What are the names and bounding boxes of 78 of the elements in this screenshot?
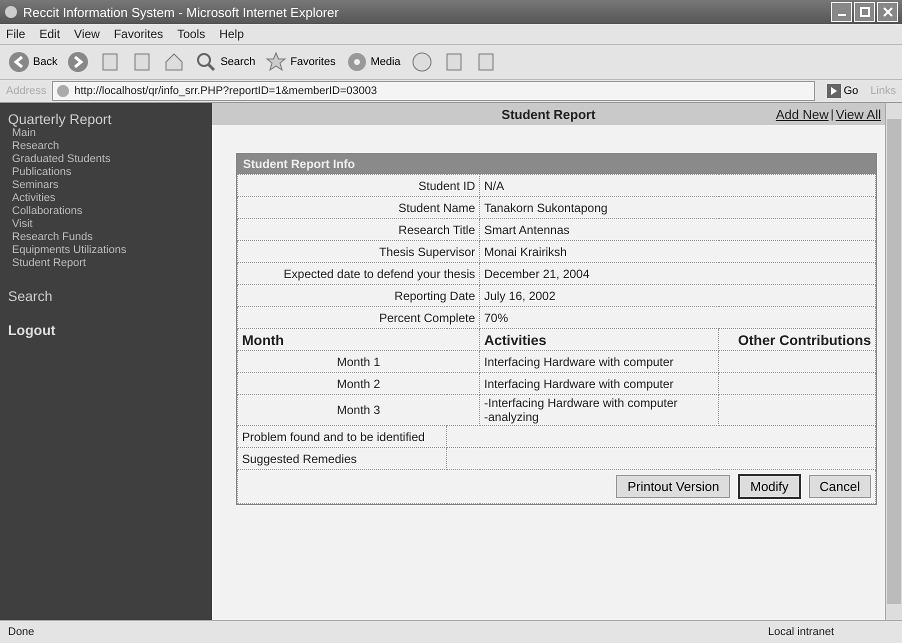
month-cell: Month 2 <box>238 372 480 394</box>
sidebar-link[interactable]: Equipments Utilizations <box>8 244 126 257</box>
logout-link[interactable]: Logout <box>8 322 56 338</box>
address-field[interactable]: http://localhost/qr/info_srr.PHP?reportID=1&memberID=03003 <box>52 81 815 101</box>
back-icon <box>8 51 30 73</box>
note-label: Suggested Remedies <box>238 448 446 470</box>
sidebar-link[interactable]: Collaborations <box>8 205 82 218</box>
maximize-button[interactable] <box>854 2 875 22</box>
field-value: July 16, 2002 <box>480 284 876 306</box>
field-label: Percent Complete <box>238 306 480 328</box>
menu-item[interactable]: Tools <box>177 27 206 41</box>
note-label: Problem found and to be identified <box>238 426 446 448</box>
header-link[interactable]: Add New <box>776 106 829 122</box>
menu-item[interactable]: File <box>6 27 26 41</box>
sidebar-link[interactable]: Research <box>8 140 60 153</box>
search-button[interactable]: Search <box>193 49 258 75</box>
close-button[interactable] <box>877 2 898 22</box>
go-button[interactable]: Go <box>820 83 864 99</box>
field-value: Tanakorn Sukontapong <box>480 196 876 218</box>
field-label: Research Title <box>238 218 480 240</box>
field-value: N/A <box>480 174 876 196</box>
field-value: December 21, 2004 <box>480 262 876 284</box>
menu-item[interactable]: View <box>74 27 100 41</box>
sidebar-link[interactable]: Visit <box>8 218 33 231</box>
field-value: Smart Antennas <box>480 218 876 240</box>
form-button[interactable]: Printout Version <box>616 475 730 498</box>
activity-cell: Interfacing Hardware with computer <box>480 350 719 372</box>
browser-icon <box>4 5 18 19</box>
page-title: Student Report <box>502 106 596 122</box>
sidebar-link[interactable]: Activities <box>8 192 56 205</box>
form-button[interactable]: Cancel <box>808 475 871 498</box>
menu-item[interactable]: Edit <box>39 27 60 41</box>
column-header: Activities <box>480 328 719 350</box>
header-link[interactable]: View All <box>836 106 881 122</box>
window-title: Reccit Information System - Microsoft Internet Explorer <box>23 4 340 20</box>
link-separator: | <box>830 106 834 122</box>
maximize-icon <box>860 7 870 17</box>
field-label: Thesis Supervisor <box>238 240 480 262</box>
close-icon <box>882 7 892 17</box>
column-header: Other Contributions <box>718 328 876 350</box>
month-cell: Month 1 <box>238 350 480 372</box>
sidebar-link[interactable]: Publications <box>8 166 72 179</box>
zone-label: Local intranet <box>768 626 834 638</box>
menu-item[interactable]: Help <box>219 27 244 41</box>
form-button[interactable]: Modify <box>738 474 801 499</box>
field-label: Reporting Date <box>238 284 480 306</box>
section-header: Student Report Info <box>237 154 876 174</box>
activity-cell: -Interfacing Hardware with computer -analyzing <box>480 394 719 426</box>
sidebar-link[interactable]: Main <box>8 127 36 140</box>
field-label: Expected date to defend your thesis <box>238 262 480 284</box>
field-value: 70% <box>480 306 876 328</box>
sidebar-link[interactable]: Research Funds <box>8 231 93 244</box>
search-icon <box>195 51 218 73</box>
field-label: Student ID <box>238 174 480 196</box>
minimize-icon <box>838 14 846 16</box>
field-value: Monai Krairiksh <box>480 240 876 262</box>
home-icon <box>163 51 186 73</box>
month-cell: Month 3 <box>238 394 480 426</box>
activity-cell: Interfacing Hardware with computer <box>480 372 719 394</box>
media-icon <box>346 51 368 73</box>
column-header: Month <box>238 328 480 350</box>
favorites-button[interactable]: Favorites <box>263 49 338 75</box>
sidebar-link[interactable]: Student Report <box>8 257 86 270</box>
back-button[interactable]: Back <box>6 49 60 75</box>
sidebar-link[interactable]: Graduated Students <box>8 153 110 166</box>
status-text: Done <box>8 626 34 638</box>
favorites-icon <box>265 51 288 73</box>
minimize-button[interactable] <box>831 2 852 22</box>
scrollbar[interactable] <box>885 103 902 620</box>
media-button[interactable]: Media <box>344 49 403 75</box>
address-label: Address <box>6 85 46 97</box>
sidebar-heading: Quarterly Report <box>8 111 112 127</box>
menu-item[interactable]: Favorites <box>114 27 164 41</box>
search-link[interactable]: Search <box>8 288 52 304</box>
forward-icon <box>67 51 90 73</box>
field-label: Student Name <box>238 196 480 218</box>
sidebar-link[interactable]: Seminars <box>8 179 58 192</box>
page-icon <box>56 84 70 98</box>
